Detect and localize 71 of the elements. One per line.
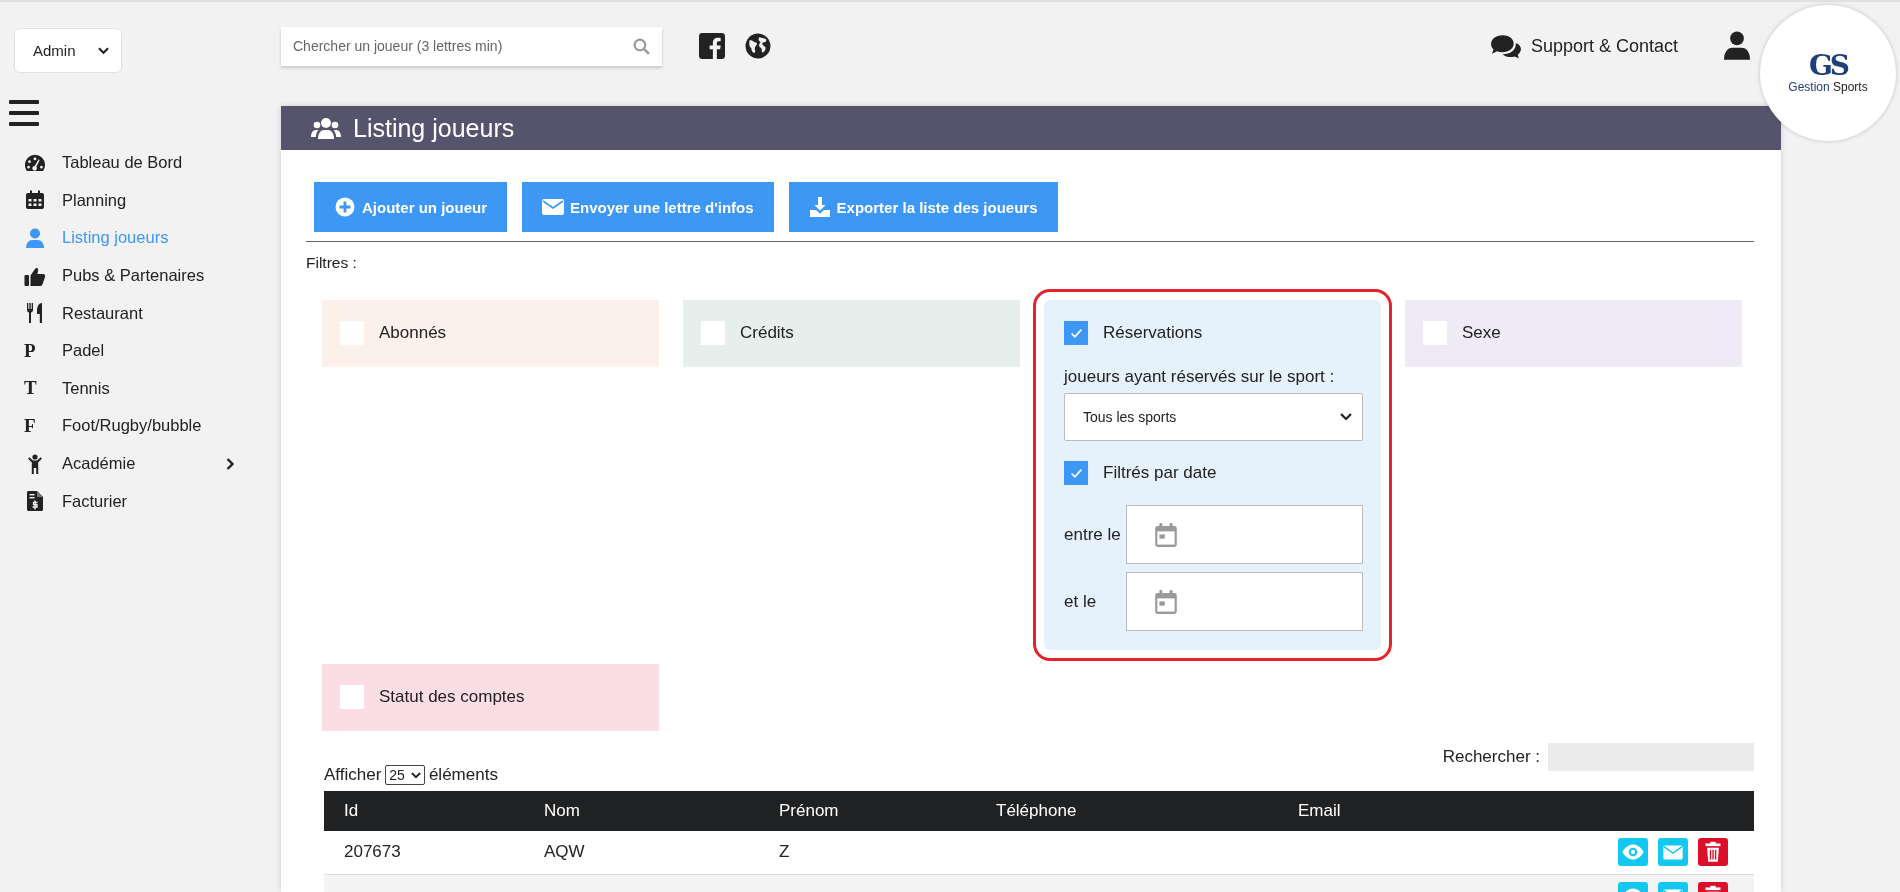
- logo[interactable]: GS Gestion Sports: [1760, 5, 1896, 141]
- letter-icon: P: [24, 339, 36, 362]
- checkbox[interactable]: [340, 685, 364, 709]
- table-cell: 207673: [344, 842, 401, 862]
- support-contact-link[interactable]: Support & Contact: [1489, 33, 1678, 59]
- length-label: Afficher: [324, 765, 382, 785]
- date-label: entre le: [1064, 524, 1122, 545]
- date-field[interactable]: [1126, 572, 1363, 631]
- date-field[interactable]: [1126, 505, 1363, 564]
- sidebar-item[interactable]: Académie: [24, 444, 234, 483]
- chat-bubbles-icon: [1489, 33, 1523, 59]
- globe-icon[interactable]: [745, 33, 771, 59]
- filter-label: Réservations: [1103, 323, 1203, 343]
- plus-circle-icon: [334, 197, 356, 217]
- user-icon: [24, 228, 46, 248]
- column-header[interactable]: Nom: [524, 791, 759, 831]
- filter-label: Statut des comptes: [379, 687, 525, 707]
- sidebar-item[interactable]: Facturier: [24, 482, 234, 520]
- date-label: et le: [1064, 591, 1098, 612]
- user-icon[interactable]: [1724, 30, 1750, 60]
- filters-label: Filtres :: [306, 254, 358, 272]
- chevron-down-icon: [98, 46, 109, 55]
- users-icon: [311, 117, 341, 139]
- filter-label: Sexe: [1462, 323, 1501, 343]
- checkmark-icon: [1069, 467, 1083, 479]
- sidebar-item[interactable]: Planning: [24, 181, 234, 220]
- checkbox[interactable]: [1064, 321, 1088, 345]
- sport-select[interactable]: Tous les sports: [1064, 393, 1363, 441]
- chevron-down-icon: [410, 771, 421, 779]
- eye-icon[interactable]: [1618, 838, 1648, 867]
- role-select[interactable]: Admin: [14, 28, 122, 73]
- letter-icon: F: [24, 414, 36, 437]
- checkbox[interactable]: [701, 321, 725, 345]
- trash-icon[interactable]: [1698, 838, 1728, 867]
- facebook-icon[interactable]: [699, 33, 725, 59]
- letter-icon: T: [24, 377, 37, 400]
- sidebar-item[interactable]: Pubs & Partenaires: [24, 256, 234, 295]
- checkbox[interactable]: [1064, 461, 1088, 485]
- column-header[interactable]: Email: [1278, 791, 1443, 831]
- page-length-select[interactable]: 25: [385, 765, 425, 785]
- sidebar-item[interactable]: T Tennis: [24, 369, 234, 408]
- chevron-down-icon: [1340, 413, 1352, 421]
- envelope-icon[interactable]: [1658, 838, 1688, 867]
- calendar-icon: [24, 190, 46, 211]
- calendar-icon: [1155, 522, 1177, 547]
- table-cell: AQW: [544, 842, 585, 862]
- calendar-icon: [1155, 589, 1177, 614]
- search-label: Rechercher :: [1442, 747, 1540, 767]
- sport-label: joueurs ayant réservés sur le sport :: [1064, 367, 1336, 387]
- thumbs-up-icon: [24, 265, 46, 286]
- search-field[interactable]: Chercher un joueur (3 lettres min): [281, 26, 662, 66]
- page-title: Listing joueurs: [353, 113, 515, 143]
- table-cell: Z: [779, 842, 790, 862]
- search-icon: [633, 37, 650, 55]
- length-label: éléments: [428, 765, 498, 785]
- checkmark-icon: [1069, 327, 1083, 339]
- filter-label: Crédits: [740, 323, 794, 343]
- column-header[interactable]: Id: [324, 791, 524, 831]
- download-icon: [808, 197, 831, 217]
- sidebar-item[interactable]: Tableau de Bord: [24, 144, 234, 182]
- sidebar-item[interactable]: F Foot/Rugby/bubble: [24, 407, 234, 445]
- envelope-icon: [542, 197, 564, 217]
- column-header[interactable]: Prénom: [759, 791, 976, 831]
- filter-label: Abonnés: [379, 323, 447, 343]
- filter-label: Filtrés par date: [1103, 463, 1217, 483]
- column-header[interactable]: Téléphone: [976, 791, 1278, 831]
- invoice-icon: [24, 491, 46, 512]
- menu-icon[interactable]: [9, 100, 39, 126]
- sidebar-item[interactable]: P Padel: [24, 331, 234, 370]
- sidebar-item[interactable]: Restaurant: [24, 294, 234, 332]
- gauge-icon: [24, 152, 46, 173]
